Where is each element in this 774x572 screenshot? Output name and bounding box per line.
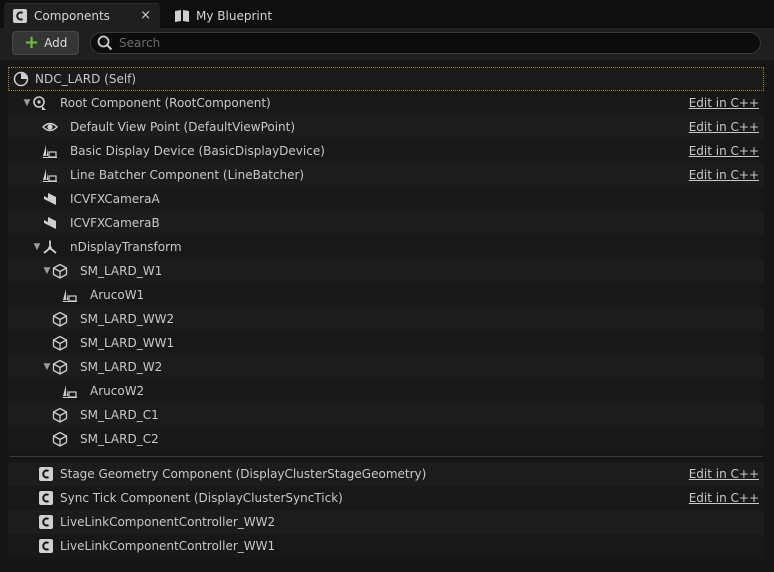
section-divider: [10, 456, 763, 457]
add-button[interactable]: + Add: [12, 31, 79, 55]
tree-row-label: nDisplayTransform: [70, 240, 182, 254]
camera-icon: [42, 191, 58, 207]
class-icon: [12, 8, 28, 24]
tree-row-label: Basic Display Device (BasicDisplayDevice…: [70, 144, 325, 158]
tree-row-arucow1[interactable]: ArucoW1: [8, 283, 764, 307]
tree-row-basic-display-device-basicdisplaydevice[interactable]: Basic Display Device (BasicDisplayDevice…: [8, 139, 764, 163]
add-button-label: Add: [44, 36, 68, 50]
search-icon: [97, 35, 113, 51]
edit-in-cpp-link[interactable]: Edit in C++: [689, 168, 759, 182]
tree-row-label: LiveLinkComponentController_WW2: [60, 515, 276, 529]
class-icon: [38, 538, 54, 554]
toolbar: + Add: [0, 28, 774, 60]
tree-row-label: Sync Tick Component (DisplayClusterSyncT…: [60, 491, 343, 505]
display-device-icon: [42, 167, 58, 183]
tree-row-label: Line Batcher Component (LineBatcher): [70, 168, 305, 182]
display-device-icon: [42, 143, 58, 159]
tree-row-label: SM_LARD_W1: [80, 264, 163, 278]
eye-icon: [42, 119, 58, 135]
edit-in-cpp-link[interactable]: Edit in C++: [689, 144, 759, 158]
tree-row-label: SM_LARD_W2: [80, 360, 163, 374]
tree-row-livelinkcomponentcontroller-ww1[interactable]: LiveLinkComponentController_WW1: [8, 534, 764, 558]
transform-icon: [42, 239, 58, 255]
tree-row-stage-geometry-component-displayclusterstagegeometry[interactable]: Stage Geometry Component (DisplayCluster…: [8, 462, 764, 486]
tree-row-self[interactable]: NDC_LARD (Self): [8, 67, 764, 91]
tree-row-label: LiveLinkComponentController_WW1: [60, 539, 276, 553]
tree-row-icvfxcameraa[interactable]: ICVFXCameraA: [8, 187, 764, 211]
class-icon: [38, 490, 54, 506]
expand-arrow-icon[interactable]: ▼: [42, 362, 52, 372]
static-mesh-icon: [52, 311, 68, 327]
tree-row-label: SM_LARD_C2: [80, 432, 159, 446]
search-input[interactable]: [119, 36, 719, 50]
tree-row-livelinkcomponentcontroller-ww2[interactable]: LiveLinkComponentController_WW2: [8, 510, 764, 534]
tree-row-label: ArucoW1: [90, 288, 145, 302]
tree-row-label: SM_LARD_WW1: [80, 336, 175, 350]
tab-components[interactable]: Components ×: [4, 3, 160, 28]
tree-row-ndisplaytransform[interactable]: ▼ nDisplayTransform: [8, 235, 764, 259]
tree-row-label: ICVFXCameraB: [70, 216, 160, 230]
expand-arrow-icon[interactable]: ▼: [22, 98, 32, 108]
tree-row-label: Stage Geometry Component (DisplayCluster…: [60, 467, 427, 481]
edit-in-cpp-link[interactable]: Edit in C++: [689, 491, 759, 505]
close-icon[interactable]: ×: [140, 8, 151, 23]
book-icon: [174, 8, 190, 24]
tree-row-root-component-rootcomponent[interactable]: ▼ Root Component (RootComponent) Edit in C…: [8, 91, 764, 115]
edit-in-cpp-link[interactable]: Edit in C++: [689, 120, 759, 134]
tab-bar: Components × My Blueprint: [0, 0, 774, 29]
tree-row-sm-lard-w2[interactable]: ▼ SM_LARD_W2: [8, 355, 764, 379]
tree-row-sm-lard-ww2[interactable]: SM_LARD_WW2: [8, 307, 764, 331]
static-mesh-icon: [52, 431, 68, 447]
edit-in-cpp-link[interactable]: Edit in C++: [689, 467, 759, 481]
tree-row-icvfxcamerab[interactable]: ICVFXCameraB: [8, 211, 764, 235]
tree-row-label: Default View Point (DefaultViewPoint): [70, 120, 296, 134]
tree-row-arucow2[interactable]: ArucoW2: [8, 379, 764, 403]
tree-row-sync-tick-component-displayclustersynctick[interactable]: Sync Tick Component (DisplayClusterSyncT…: [8, 486, 764, 510]
tree-row-line-batcher-component-linebatcher[interactable]: Line Batcher Component (LineBatcher) Edit…: [8, 163, 764, 187]
tab-my-blueprint-label: My Blueprint: [196, 8, 273, 23]
static-mesh-icon: [52, 407, 68, 423]
tree-row-label: SM_LARD_C1: [80, 408, 159, 422]
class-icon: [38, 514, 54, 530]
camera-icon: [42, 215, 58, 231]
tree-row-sm-lard-w1[interactable]: ▼ SM_LARD_W1: [8, 259, 764, 283]
tree-row-label: ArucoW2: [90, 384, 145, 398]
static-mesh-icon: [52, 263, 68, 279]
tree-row-label: SM_LARD_WW2: [80, 312, 175, 326]
scene-root-icon: [32, 95, 48, 111]
display-device-icon: [62, 287, 78, 303]
tree-row-sm-lard-ww1[interactable]: SM_LARD_WW1: [8, 331, 764, 355]
search-box[interactable]: [90, 32, 761, 54]
static-mesh-icon: [52, 335, 68, 351]
tab-components-label: Components: [34, 9, 110, 23]
tree-row-label: NDC_LARD (Self): [35, 72, 137, 86]
tree-row-label: Root Component (RootComponent): [60, 96, 271, 110]
tree-row-default-view-point-defaultviewpoint[interactable]: Default View Point (DefaultViewPoint) Edi…: [8, 115, 764, 139]
class-icon: [38, 466, 54, 482]
edit-in-cpp-link[interactable]: Edit in C++: [689, 96, 759, 110]
expand-arrow-icon[interactable]: ▼: [42, 266, 52, 276]
tree-row-sm-lard-c1[interactable]: SM_LARD_C1: [8, 403, 764, 427]
tree-row-label: ICVFXCameraA: [70, 192, 160, 206]
tab-my-blueprint[interactable]: My Blueprint: [166, 3, 296, 28]
expand-arrow-icon[interactable]: ▼: [32, 242, 42, 252]
actor-self-icon: [13, 71, 29, 87]
tree-row-sm-lard-c2[interactable]: SM_LARD_C2: [8, 427, 764, 451]
display-device-icon: [62, 383, 78, 399]
static-mesh-icon: [52, 359, 68, 375]
plus-icon: +: [24, 32, 40, 53]
